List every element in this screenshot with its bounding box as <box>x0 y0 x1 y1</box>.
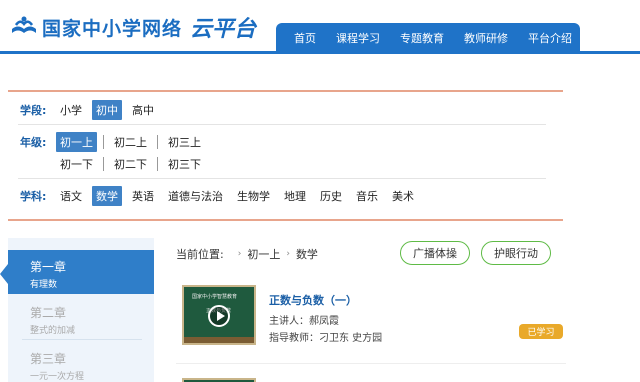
nav-item-topics[interactable]: 专题教育 <box>390 30 454 46</box>
stage-option-junior[interactable]: 初中 <box>92 100 122 120</box>
logo-text: 国家中小学网络 <box>42 17 183 40</box>
logo-script-text: 云平台 <box>190 16 257 42</box>
main-nav: 首页 课程学习 专题教育 教师研修 平台介绍 <box>276 23 580 53</box>
subject-option-history[interactable]: 历史 <box>316 186 346 206</box>
nav-item-courses[interactable]: 课程学习 <box>326 30 390 46</box>
thumbnail-chalk-ledge <box>184 337 254 343</box>
chapter-title: 第一章 <box>30 260 67 274</box>
subject-option-math[interactable]: 数学 <box>92 186 122 206</box>
next-lesson-thumbnail[interactable] <box>182 378 256 382</box>
grade-separator <box>157 135 158 149</box>
status-badge: 已学习 <box>519 324 563 339</box>
filter-divider <box>18 178 546 179</box>
chapter-divider <box>22 339 142 340</box>
stage-label: 学段: <box>20 104 47 117</box>
logo-book-icon <box>12 16 36 33</box>
grade-separator <box>157 157 158 171</box>
subject-option-geography[interactable]: 地理 <box>280 186 310 206</box>
subject-option-english[interactable]: 英语 <box>128 186 158 206</box>
filter-panel: 学段: 小学 初中 高中 年级: 初一上 初二上 初三上 初一下 初二下 初三下… <box>8 90 563 221</box>
thumbnail-caption: 国家中小学智慧教育 <box>192 294 238 300</box>
chapter-subtitle: 有理数 <box>30 280 58 290</box>
chapter-title: 第二章 <box>30 306 67 320</box>
site-header: 国家中小学网络 云平台 首页 课程学习 专题教育 教师研修 平台介绍 <box>0 0 640 54</box>
breadcrumb: 当前位置: › 初一上 › 数学 <box>176 246 318 262</box>
grade-option-9b[interactable]: 初三下 <box>164 154 205 174</box>
nav-item-teacher-training[interactable]: 教师研修 <box>454 30 518 46</box>
grade-option-8b[interactable]: 初二下 <box>110 154 151 174</box>
lesson-divider <box>176 363 566 364</box>
lesson-advisors: 指导教师：刁卫东 史方园 <box>269 333 383 344</box>
chapter-sidebar: 第一章 有理数 第二章 整式的加减 第三章 一元一次方程 <box>0 238 154 382</box>
nav-item-about[interactable]: 平台介绍 <box>518 30 582 46</box>
breadcrumb-item-subject[interactable]: 数学 <box>296 246 318 262</box>
chapter-title: 第三章 <box>30 352 67 366</box>
active-chapter-arrow <box>0 264 8 284</box>
subject-option-art[interactable]: 美术 <box>388 186 418 206</box>
broadcast-exercise-button[interactable]: 广播体操 <box>400 241 470 265</box>
breadcrumb-item-grade[interactable]: 初一上 <box>247 246 280 262</box>
chapter-subtitle: 一元一次方程 <box>30 372 85 382</box>
subject-filter-row: 学科: 语文 数学 英语 道德与法治 生物学 地理 历史 音乐 美术 <box>20 186 424 206</box>
chapter-subtitle: 整式的加减 <box>30 326 76 336</box>
filter-divider <box>18 124 546 125</box>
breadcrumb-arrow-icon: › <box>237 249 242 259</box>
lesson-lecturer: 主讲人：郝凤霞 <box>269 316 339 327</box>
nav-item-home[interactable]: 首页 <box>276 30 326 46</box>
grade-option-9a[interactable]: 初三上 <box>164 132 205 152</box>
grade-option-7b[interactable]: 初一下 <box>56 154 97 174</box>
grade-option-8a[interactable]: 初二上 <box>110 132 151 152</box>
breadcrumb-label: 当前位置: <box>176 248 224 261</box>
grade-label: 年级: <box>20 136 47 149</box>
eye-care-button[interactable]: 护眼行动 <box>481 241 551 265</box>
grade-option-7a[interactable]: 初一上 <box>56 132 97 152</box>
grade-separator <box>103 157 104 171</box>
lesson-title[interactable]: 正数与负数（一） <box>269 292 357 308</box>
chapter-item-3[interactable]: 第三章 一元一次方程 <box>8 342 154 382</box>
play-icon[interactable] <box>208 305 230 327</box>
subject-option-chinese[interactable]: 语文 <box>56 186 86 206</box>
subject-option-music[interactable]: 音乐 <box>352 186 382 206</box>
chapter-item-1[interactable]: 第一章 有理数 <box>0 250 154 294</box>
chapter-item-2[interactable]: 第二章 整式的加减 <box>8 296 154 340</box>
grade-separator <box>103 135 104 149</box>
grade-filter-row-2: 初一下 初二下 初三下 <box>56 154 211 174</box>
grade-filter-row-1: 年级: 初一上 初二上 初三上 <box>20 132 211 152</box>
stage-option-senior[interactable]: 高中 <box>128 100 158 120</box>
nav-underline <box>0 51 640 54</box>
breadcrumb-arrow-icon: › <box>286 249 290 259</box>
site-logo[interactable]: 国家中小学网络 云平台 <box>10 10 256 44</box>
stage-option-primary[interactable]: 小学 <box>56 100 86 120</box>
subject-label: 学科: <box>20 190 47 203</box>
subject-option-biology[interactable]: 生物学 <box>233 186 274 206</box>
subject-option-morality-law[interactable]: 道德与法治 <box>164 186 227 206</box>
stage-filter-row: 学段: 小学 初中 高中 <box>20 100 164 120</box>
lesson-thumbnail[interactable]: 国家中小学智慧教育 正数与负数 <box>182 285 256 345</box>
